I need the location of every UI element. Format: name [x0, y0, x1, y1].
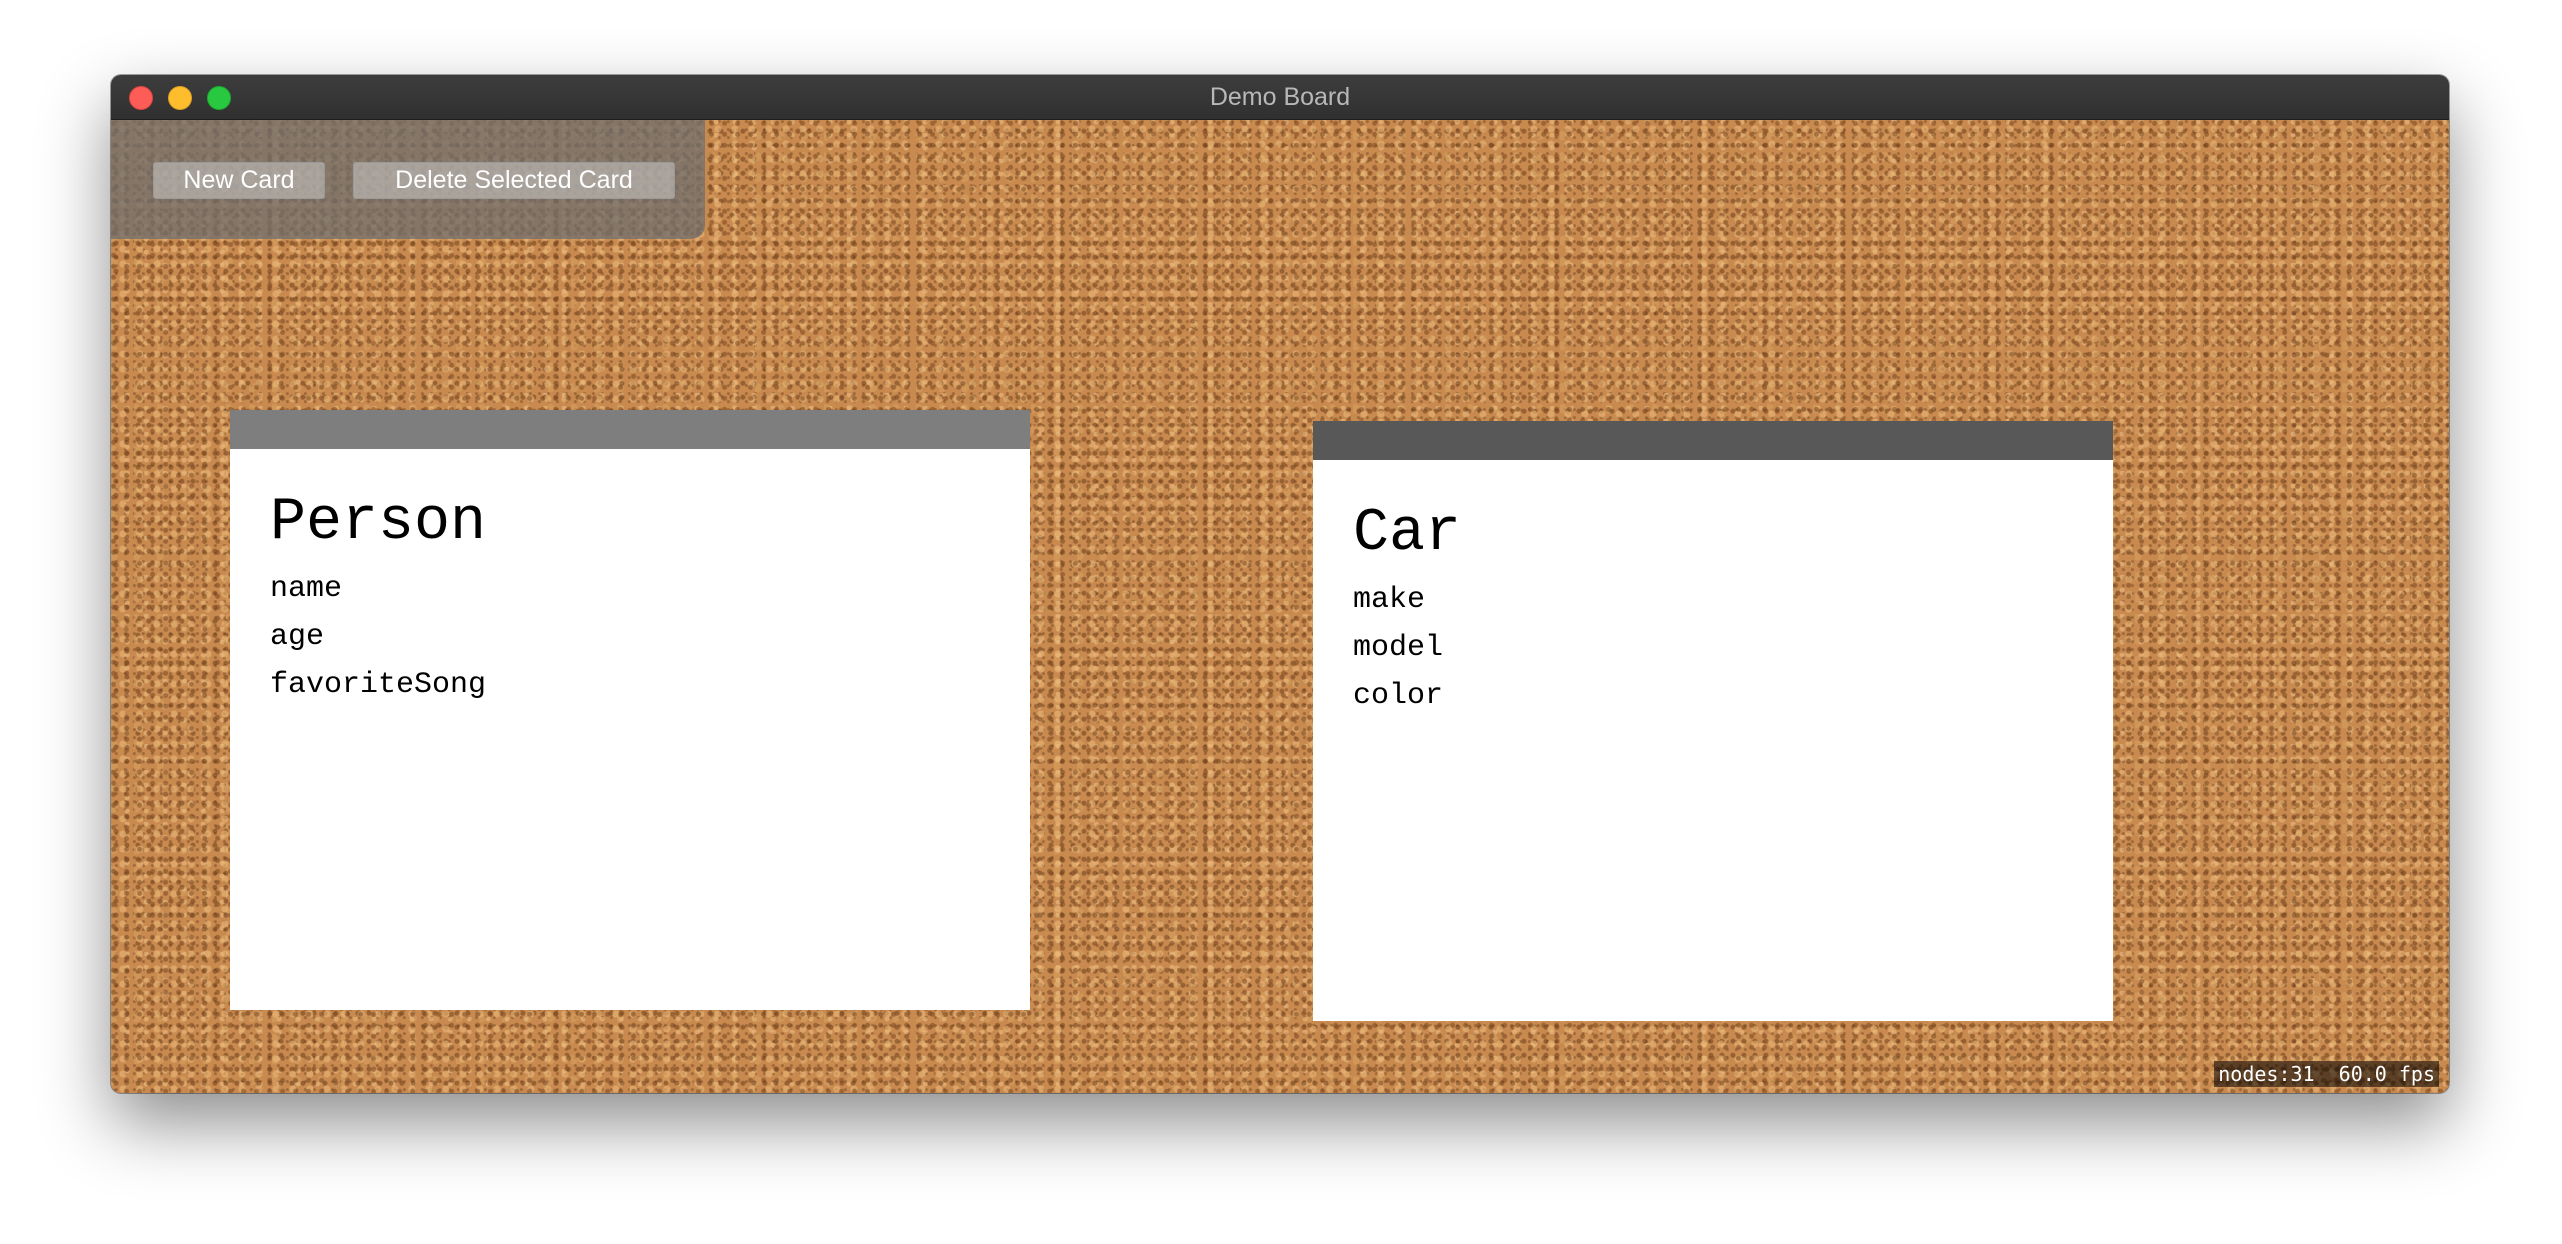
- toolbar-panel: New Card Delete Selected Card: [111, 120, 705, 239]
- card-field: age: [270, 620, 325, 654]
- card-header[interactable]: [1313, 421, 2113, 460]
- window-title: Demo Board: [1209, 83, 1351, 111]
- card-field-list: name age favoriteSong: [270, 565, 486, 709]
- card-field: color: [1353, 679, 1444, 713]
- person-card[interactable]: Person name age favoriteSong: [230, 410, 1030, 1010]
- card-field-list: make model color: [1353, 576, 1443, 720]
- card-title: Person: [270, 489, 487, 557]
- title-bar[interactable]: Demo Board: [111, 75, 2449, 120]
- card-field: name: [270, 572, 343, 606]
- card-field: model: [1353, 631, 1444, 665]
- new-card-button[interactable]: New Card: [153, 162, 325, 199]
- card-field: favoriteSong: [270, 668, 487, 702]
- card-title: Car: [1353, 500, 1462, 568]
- delete-selected-card-button[interactable]: Delete Selected Card: [353, 162, 675, 199]
- app-window: Demo Board New Card Delete Selected Card…: [111, 75, 2449, 1093]
- car-card[interactable]: Car make model color: [1313, 421, 2113, 1021]
- card-header[interactable]: [230, 410, 1030, 449]
- cork-board[interactable]: New Card Delete Selected Card Person nam…: [111, 120, 2449, 1093]
- performance-stats: nodes:31 60.0 fps: [2214, 1061, 2439, 1087]
- card-field: make: [1353, 583, 1426, 617]
